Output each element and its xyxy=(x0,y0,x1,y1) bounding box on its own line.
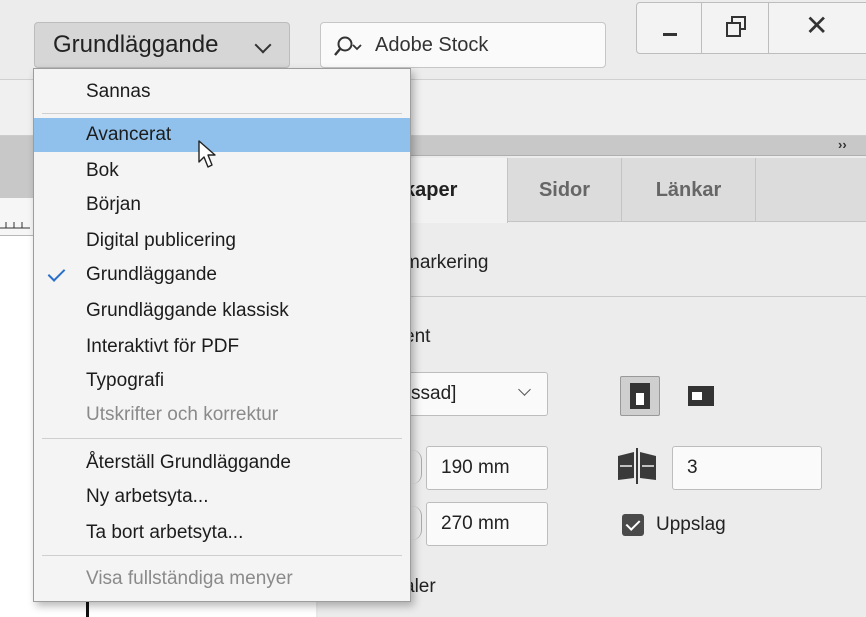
portrait-icon xyxy=(630,383,650,409)
pages-icon xyxy=(616,448,658,484)
close-icon: ✕ xyxy=(805,9,829,42)
menu-item-bok[interactable]: Bok xyxy=(34,154,410,188)
search-placeholder: Adobe Stock xyxy=(375,34,489,56)
no-selection-label: markering xyxy=(404,252,489,273)
menu-item-utskrifter-och-korrektur: Utskrifter och korrektur xyxy=(86,404,279,425)
menu-item-visa-fullstandiga-menyer: Visa fullständiga menyer xyxy=(86,568,293,589)
facing-pages-label: Uppslag xyxy=(656,514,726,535)
menu-item-sannas[interactable]: Sannas xyxy=(34,75,410,109)
adobe-stock-search-input[interactable]: Adobe Stock xyxy=(320,22,606,68)
height-field[interactable]: 270 mm xyxy=(426,502,548,546)
tab-links[interactable]: Länkar xyxy=(622,158,756,222)
menu-item-label: Grundläggande xyxy=(86,264,217,285)
menu-item-borjan[interactable]: Början xyxy=(34,188,410,222)
tab-pages[interactable]: Sidor xyxy=(508,158,622,222)
ruler-ticks xyxy=(0,222,30,229)
menu-item-ny-arbetsyta[interactable]: Ny arbetsyta... xyxy=(34,480,410,514)
restore-button[interactable] xyxy=(701,2,769,54)
menu-separator xyxy=(42,555,402,556)
workspace-switcher-label: Grundläggande xyxy=(53,31,219,58)
menu-item-grundlaggande-klassisk[interactable]: Grundläggande klassisk xyxy=(34,294,410,328)
mouse-pointer-icon xyxy=(198,140,220,175)
landscape-orientation-button[interactable] xyxy=(684,380,720,414)
search-icon xyxy=(334,36,362,56)
minimize-button[interactable] xyxy=(636,2,702,54)
pages-count-field[interactable]: 3 xyxy=(672,446,822,490)
menu-item-interaktivt-for-pdf[interactable]: Interaktivt för PDF xyxy=(34,330,410,364)
checkmark-icon xyxy=(47,264,66,282)
panel-collapse-icon[interactable]: ›› xyxy=(838,137,847,152)
chevron-down-icon xyxy=(518,383,531,396)
landscape-icon xyxy=(688,386,714,406)
menu-item-aterstall[interactable]: Återställ Grundläggande xyxy=(34,446,410,480)
width-field[interactable]: 190 mm xyxy=(426,446,548,490)
workspace-switcher-button[interactable]: Grundläggande xyxy=(34,22,290,68)
preset-value: ssad] xyxy=(411,383,457,404)
menu-item-grundlaggande[interactable]: Grundläggande xyxy=(34,258,410,292)
close-button[interactable]: ✕ xyxy=(768,2,866,54)
portrait-orientation-button[interactable] xyxy=(620,376,660,416)
restore-icon xyxy=(726,16,746,37)
facing-pages-checkbox[interactable] xyxy=(622,514,644,536)
minimize-icon xyxy=(663,33,677,36)
menu-item-digital-publicering[interactable]: Digital publicering xyxy=(34,224,410,258)
height-stepper[interactable] xyxy=(410,506,422,540)
menu-item-typografi[interactable]: Typografi xyxy=(34,364,410,398)
chevron-down-icon xyxy=(254,36,272,54)
width-stepper[interactable] xyxy=(410,450,422,484)
menu-item-ta-bort-arbetsyta[interactable]: Ta bort arbetsyta... xyxy=(34,516,410,550)
menu-item-avancerat[interactable]: Avancerat xyxy=(34,118,410,152)
menu-separator xyxy=(42,438,402,439)
menu-separator xyxy=(42,113,402,114)
